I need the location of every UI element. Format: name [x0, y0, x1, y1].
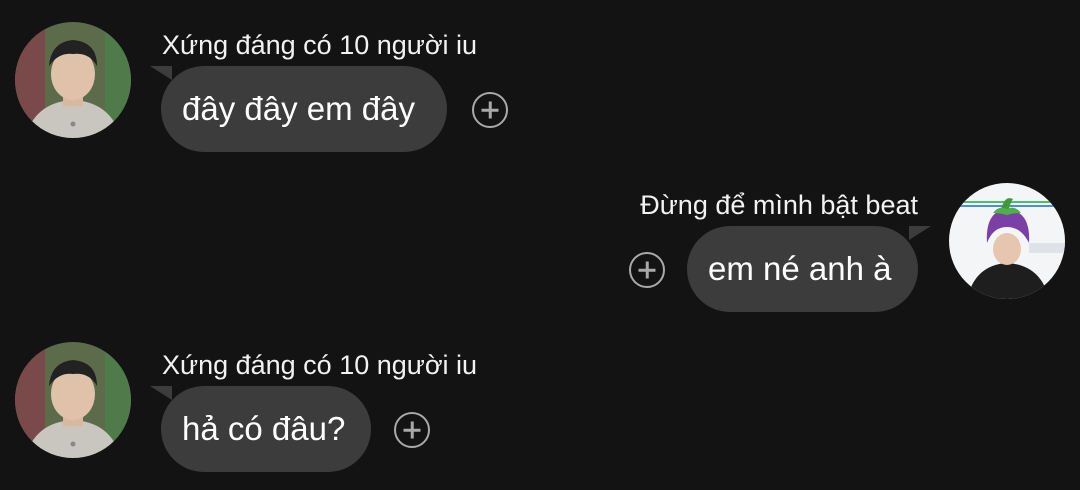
sender-name: Xứng đáng có 10 người iu [162, 350, 478, 380]
message-bubble[interactable]: đây đây em đây [161, 66, 447, 152]
message-bubble[interactable]: hả có đâu? [161, 386, 371, 472]
sender-name: Đừng để mình bật beat [640, 190, 918, 220]
eggplant-hat-avatar [949, 183, 1065, 299]
boy-portrait-avatar [15, 342, 131, 458]
boy-portrait-avatar [15, 22, 131, 138]
add-reaction-icon[interactable] [394, 412, 430, 448]
add-reaction-icon[interactable] [472, 92, 508, 128]
bubble-tail [150, 66, 172, 80]
message-text: em né anh à [708, 250, 892, 287]
sender-avatar[interactable] [949, 183, 1065, 299]
sender-avatar[interactable] [15, 342, 131, 458]
sender-avatar[interactable] [15, 22, 131, 138]
add-reaction-icon[interactable] [629, 252, 665, 288]
bubble-tail [909, 226, 931, 240]
message-text: hả có đâu? [182, 410, 346, 447]
bubble-tail [150, 386, 172, 400]
sender-name: Xứng đáng có 10 người iu [162, 30, 478, 60]
message-bubble[interactable]: em né anh à [687, 226, 918, 312]
message-text: đây đây em đây [182, 90, 415, 127]
